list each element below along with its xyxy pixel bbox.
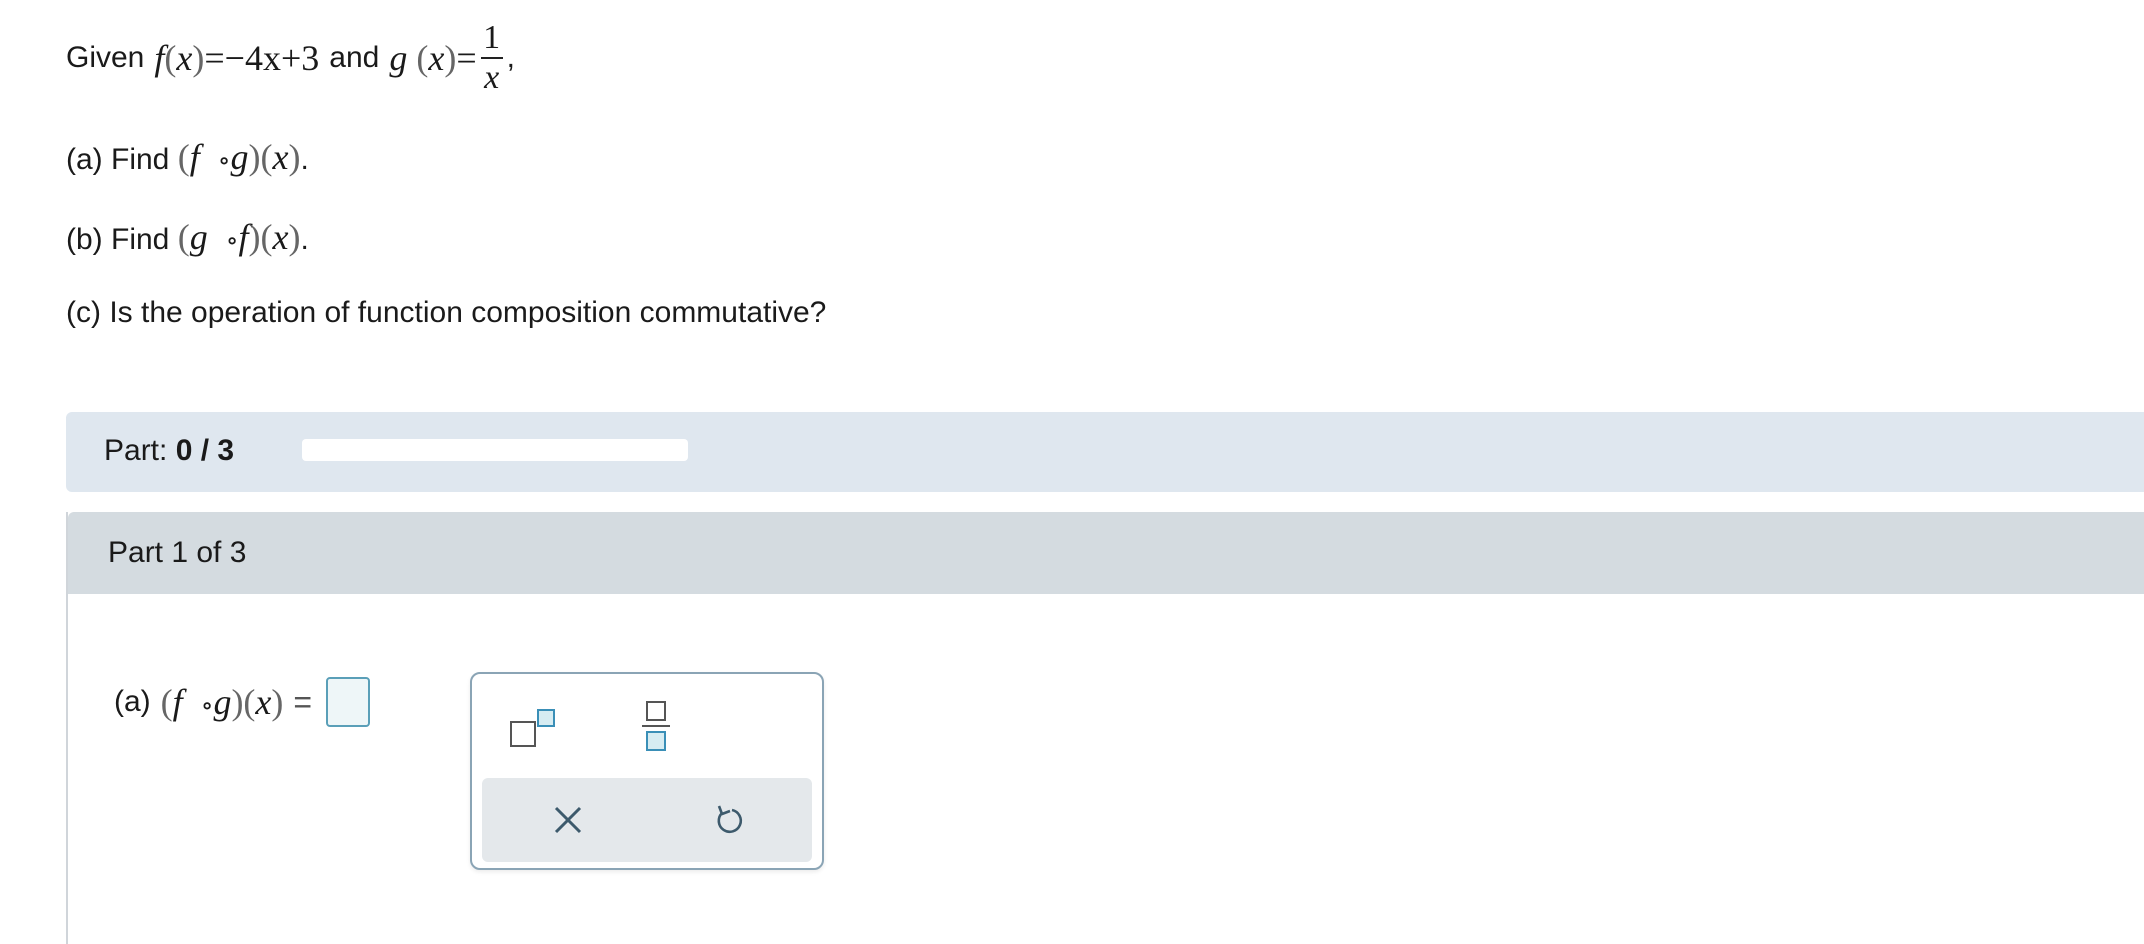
part-progress-label: Part: 0 / 3 bbox=[104, 434, 235, 467]
g-denominator: x bbox=[484, 59, 500, 96]
part-progress-value: 0 / 3 bbox=[175, 434, 235, 467]
problem-given-line: Given f(x)=−4x+3 and g (x)= 1 x , bbox=[66, 18, 515, 98]
part-header-title: Part 1 of 3 bbox=[108, 536, 247, 569]
math-palette bbox=[470, 672, 824, 870]
g-equals: = bbox=[456, 38, 477, 78]
part-a-expression: (f ∘g)(x) bbox=[177, 137, 301, 177]
given-text: Given bbox=[66, 41, 145, 74]
part-b-prefix: (b) Find bbox=[66, 223, 170, 256]
part-b-suffix: . bbox=[300, 223, 309, 256]
part-b-expression: (g ∘f)(x) bbox=[177, 217, 301, 257]
answer-equals: = bbox=[293, 683, 313, 720]
answer-row: (a) (f ∘g)(x) = bbox=[114, 672, 371, 732]
part-a-prefix: (a) Find bbox=[66, 143, 170, 176]
progress-track bbox=[302, 439, 688, 461]
clear-icon[interactable] bbox=[548, 800, 588, 840]
g-name: g bbox=[389, 38, 408, 78]
answer-expression: (f ∘g)(x) bbox=[160, 682, 284, 722]
g-numerator: 1 bbox=[483, 19, 501, 56]
g-fraction: 1 x bbox=[480, 19, 503, 97]
part-c-prompt: (c) Is the operation of function composi… bbox=[66, 296, 827, 329]
f-definition: f(x)=−4x+3 bbox=[154, 38, 320, 78]
trailing-comma: , bbox=[506, 41, 515, 74]
answer-input[interactable] bbox=[326, 677, 371, 727]
f-var: x bbox=[176, 38, 193, 78]
superscript-icon[interactable] bbox=[508, 702, 562, 756]
part-header: Part 1 of 3 bbox=[68, 512, 2144, 594]
part-a-suffix: . bbox=[300, 143, 309, 176]
part-panel: Part 1 of 3 (a) (f ∘g)(x) = bbox=[66, 512, 2144, 944]
part-progress-bar: Part: 0 / 3 bbox=[66, 412, 2144, 492]
g-var: x bbox=[428, 38, 445, 78]
answer-label: (a) bbox=[114, 685, 151, 718]
part-b-prompt: (b) Find (g ∘f)(x). bbox=[66, 216, 309, 258]
palette-action-row bbox=[482, 778, 812, 862]
and-text: and bbox=[329, 41, 380, 74]
fraction-icon[interactable] bbox=[630, 698, 684, 758]
g-definition: g (x)= bbox=[389, 38, 477, 78]
f-name: f bbox=[154, 38, 165, 78]
undo-icon[interactable] bbox=[710, 800, 750, 840]
part-a-prompt: (a) Find (f ∘g)(x). bbox=[66, 136, 309, 178]
f-rhs: =−4x+3 bbox=[204, 38, 320, 78]
